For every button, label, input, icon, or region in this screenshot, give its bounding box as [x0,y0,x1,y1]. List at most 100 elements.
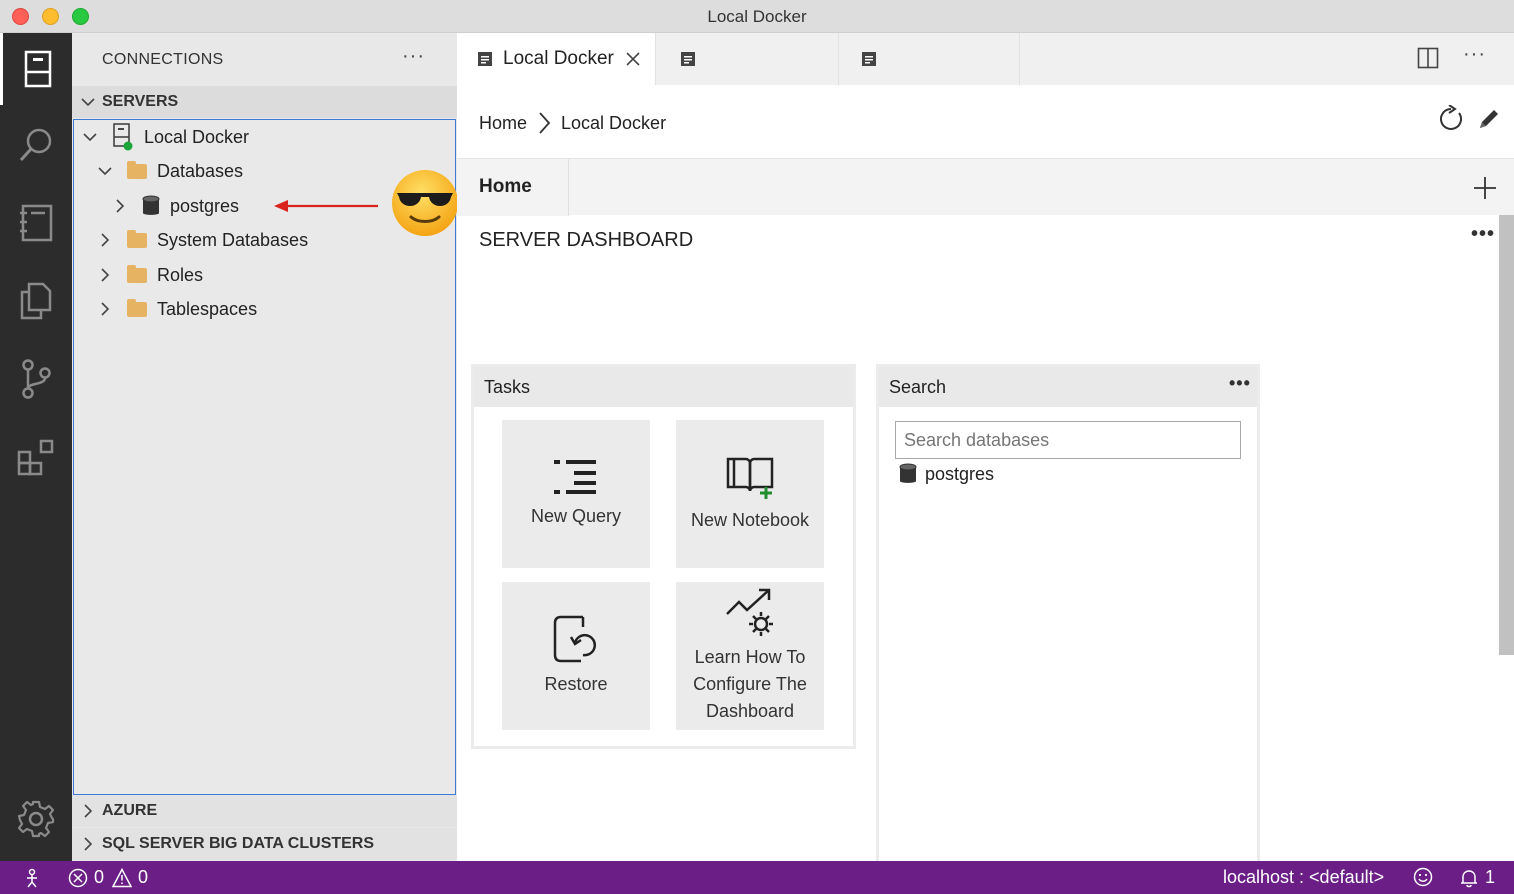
task-label: New Query [530,505,622,526]
chevron-right-icon [84,804,93,818]
tree-label-system-databases: System Databases [157,229,309,250]
azure-section-label: AZURE [102,802,158,819]
task-new-notebook[interactable]: New Notebook [676,420,824,568]
tasks-widget-title: Tasks [484,377,531,397]
tab-untitled-2[interactable] [839,33,1020,85]
tree-node-tablespaces[interactable]: Tablespaces [97,292,257,326]
warning-icon [112,867,133,887]
sidebar-more-button[interactable]: ··· [402,45,425,68]
tree-node-system-databases[interactable]: System Databases [97,223,308,257]
activity-search[interactable] [0,109,72,181]
split-editor-icon[interactable] [1417,47,1439,69]
chevron-right-icon [116,199,125,213]
breadcrumb: Home Local Docker [479,111,666,135]
folder-icon [127,229,147,248]
tree-label-server: Local Docker [144,126,250,147]
sunglasses-emoji-icon [392,170,458,236]
tree-node-server[interactable]: Local Docker [82,120,249,154]
folder-icon [127,160,147,179]
tree-node-postgres[interactable]: postgres [112,189,239,223]
folder-icon [127,264,147,283]
status-remote-item[interactable] [24,868,40,888]
source-control-icon [22,359,51,399]
extensions-icon [17,439,54,476]
tree-label-databases: Databases [157,160,244,181]
tab-local-docker[interactable]: Local Docker [457,33,656,85]
document-tab-icon [862,52,876,66]
task-restore[interactable]: Restore [502,582,650,730]
warning-count: 0 [138,867,149,887]
status-problems[interactable]: 0 0 [68,867,148,888]
scrollbar[interactable] [1499,215,1514,655]
activity-source-control[interactable] [0,343,72,415]
tree-node-databases[interactable]: Databases [97,154,243,188]
tasks-widget-header: Tasks [474,367,853,407]
status-bar: 0 0 localhost : <default> 1 [0,861,1514,894]
servers-section-header[interactable]: SERVERS [72,86,457,118]
servers-section-label: SERVERS [102,93,179,110]
search-widget-header: Search [879,367,1257,407]
activity-explorer[interactable] [0,265,72,337]
error-count: 0 [94,867,105,887]
dashboard-tab-icon [478,52,492,66]
task-label: Restore [544,673,608,694]
error-icon [68,868,88,887]
notification-count: 1 [1485,867,1496,887]
gear-icon [17,800,55,838]
status-notifications[interactable]: 1 [1459,867,1495,888]
app-window: Local Docker CONNECTIONS ··· SERVERS Loc… [0,0,1514,894]
search-databases-input[interactable] [895,421,1241,459]
editor-tab-bar: Local Docker ··· [457,33,1514,85]
azure-section-header[interactable]: AZURE [72,795,457,827]
chevron-down-icon [98,167,112,176]
search-result-item[interactable]: postgres [899,463,994,485]
folder-icon [127,298,147,317]
tasks-widget: Tasks New Query New Notebook Restore Lea… [471,364,856,749]
server-icon [24,50,51,88]
chevron-down-icon [83,133,97,142]
tab-untitled-1[interactable] [656,33,839,85]
activity-extensions[interactable] [0,421,72,493]
smiley-icon [1413,867,1433,887]
breadcrumb-current[interactable]: Local Docker [561,113,666,134]
add-icon[interactable] [1473,176,1497,200]
activity-connections[interactable] [0,33,72,105]
connections-sidebar: CONNECTIONS ··· SERVERS Local Docker Dat… [72,33,458,861]
refresh-icon[interactable] [1437,105,1465,133]
search-widget-more-button[interactable]: ••• [1229,373,1251,394]
activity-notebooks[interactable] [0,187,72,259]
editor-area: Local Docker ··· Home Local Docker Home … [457,33,1514,861]
tab-label: Local Docker [503,48,614,69]
red-arrow-annotation [274,200,378,212]
task-learn-configure-dashboard[interactable]: Learn How To Configure The Dashboard [676,582,824,730]
insights-gear-icon [726,588,773,636]
task-new-query[interactable]: New Query [502,420,650,568]
status-connection[interactable]: localhost : <default> [1223,867,1384,888]
tree-label-postgres: postgres [170,195,240,216]
database-icon [142,195,160,215]
activity-settings[interactable] [0,783,72,855]
chevron-right-icon [101,302,110,316]
search-widget-title: Search [889,377,947,397]
tree-label-tablespaces: Tablespaces [157,298,258,319]
activity-bar [0,33,72,861]
tree-label-roles: Roles [157,264,204,285]
chevron-right-icon [539,112,551,134]
dashboard-more-button[interactable]: ••• [1471,223,1495,246]
bigdata-section-label: SQL SERVER BIG DATA CLUSTERS [102,835,375,852]
accessibility-icon [27,868,37,888]
breadcrumb-home[interactable]: Home [479,113,527,134]
close-icon[interactable] [626,52,640,66]
status-feedback[interactable] [1413,867,1433,887]
chevron-down-icon [81,98,95,107]
tab-home[interactable]: Home [457,159,569,216]
document-tab-icon [681,52,695,66]
tree-node-roles[interactable]: Roles [97,258,203,292]
task-label: Learn How To Configure The Dashboard [693,646,807,721]
window-title: Local Docker [707,7,807,26]
new-query-icon [554,459,596,494]
files-icon [20,282,52,320]
bigdata-section-header[interactable]: SQL SERVER BIG DATA CLUSTERS [72,828,457,860]
editor-more-button[interactable]: ··· [1463,43,1486,66]
edit-icon[interactable] [1477,107,1501,131]
